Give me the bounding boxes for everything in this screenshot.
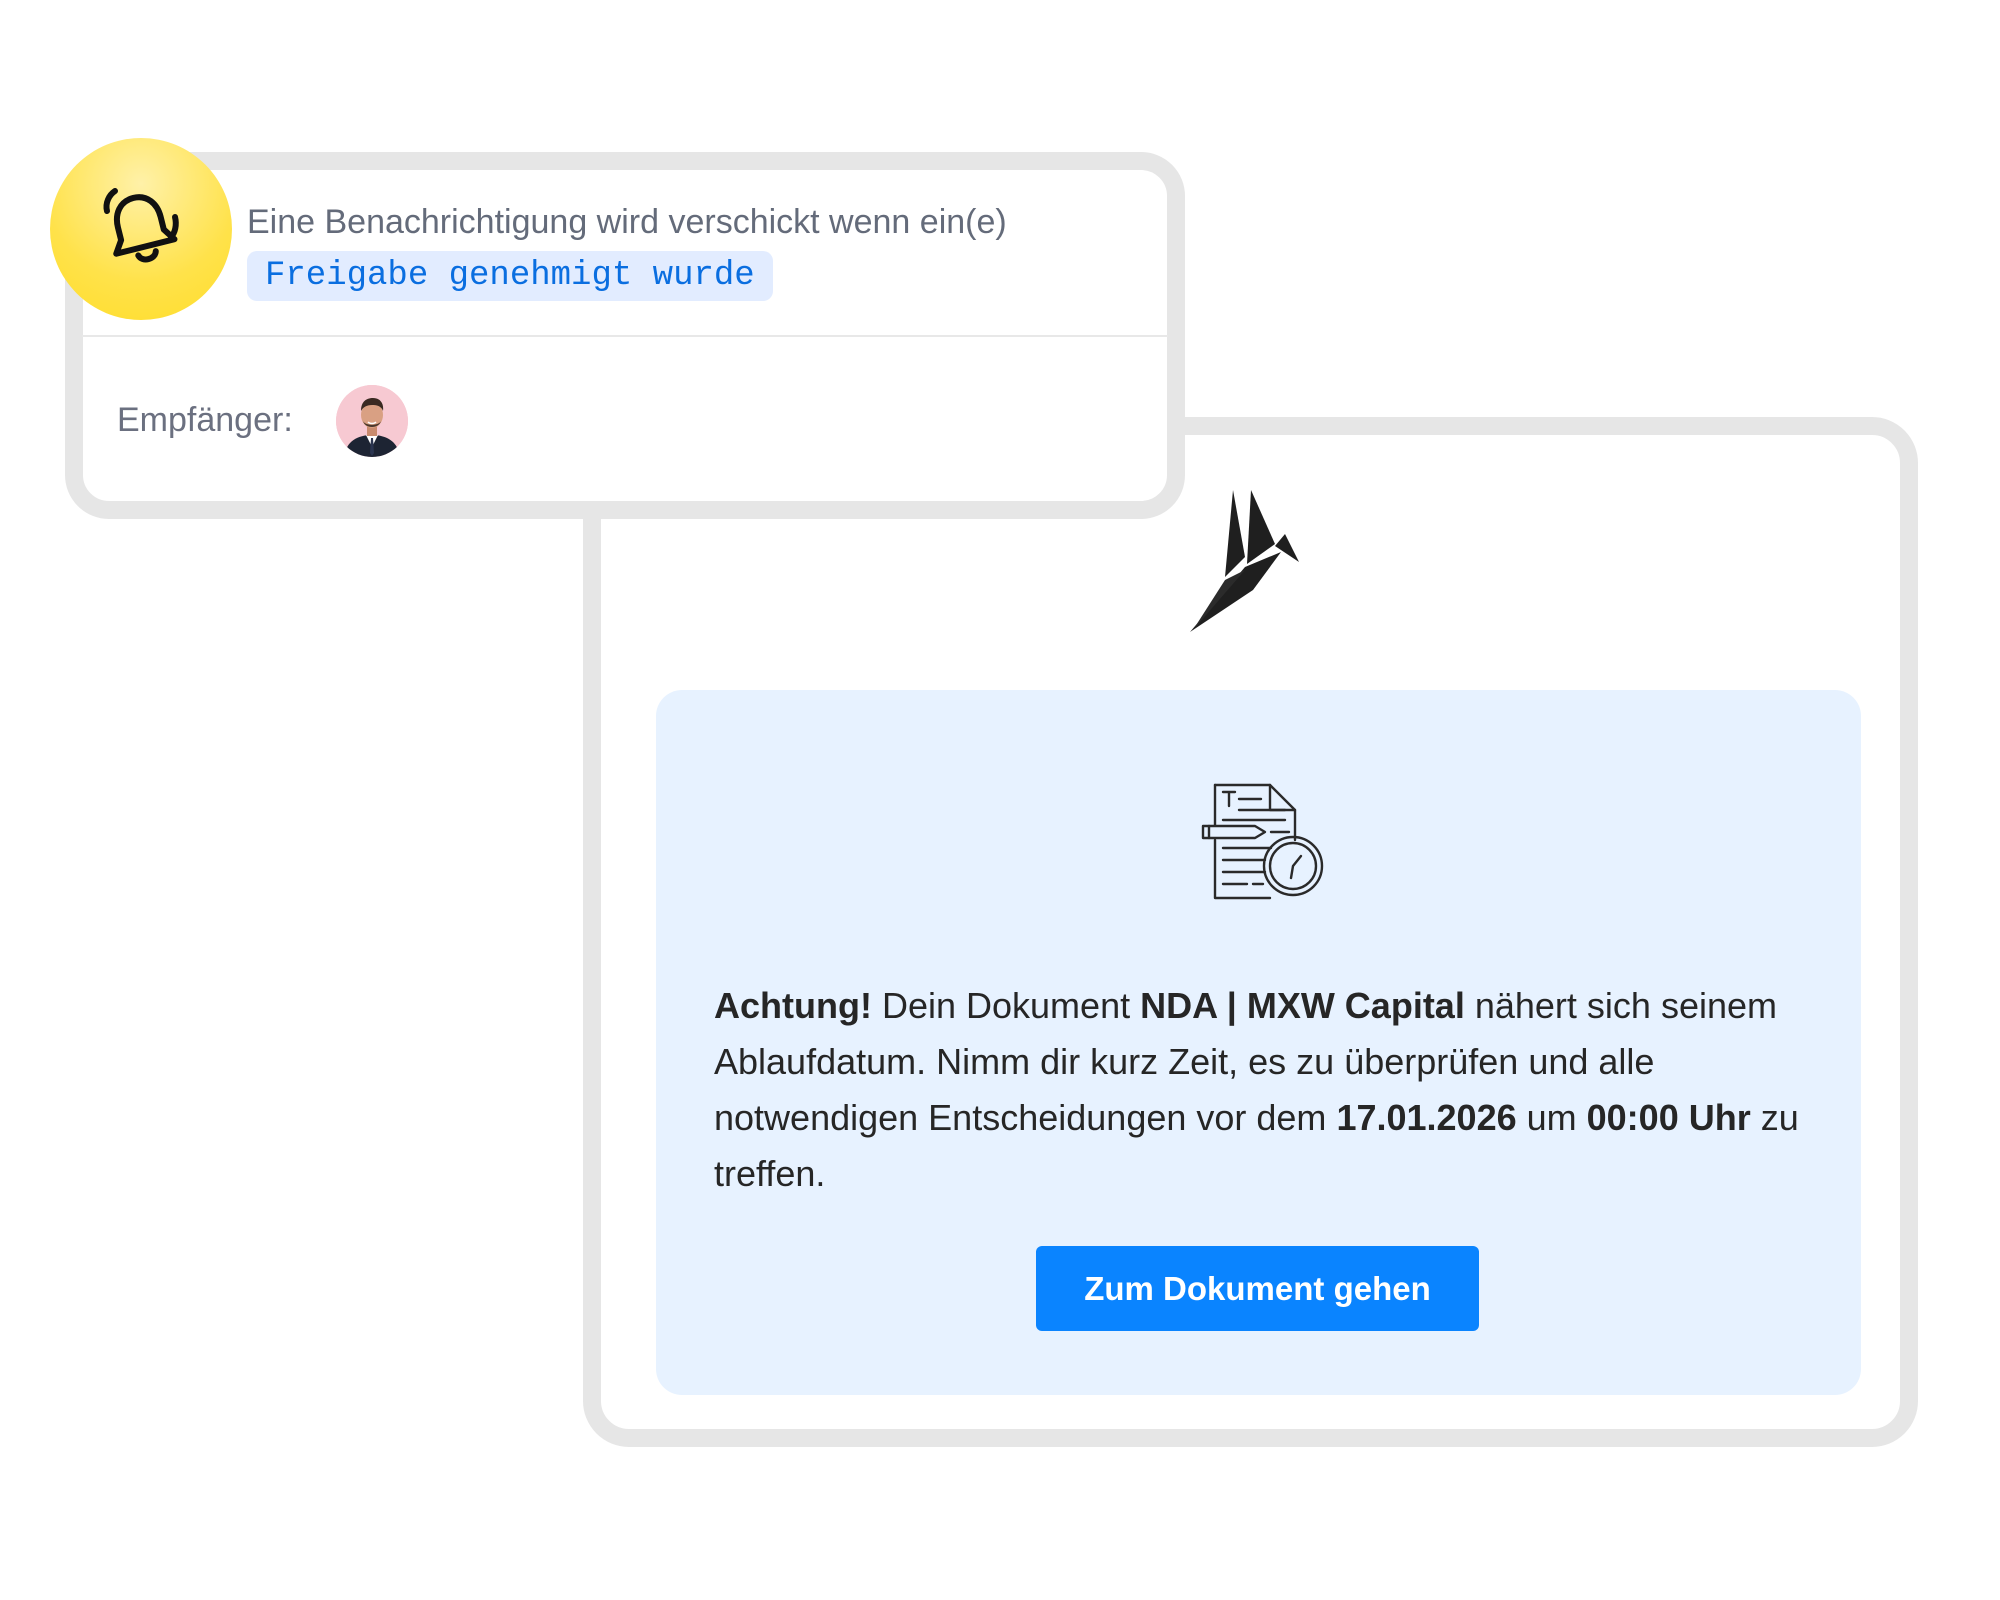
message-part: um bbox=[1516, 1097, 1587, 1138]
document-name: NDA | MXW Capital bbox=[1140, 985, 1465, 1026]
go-to-document-button[interactable]: Zum Dokument gehen bbox=[1036, 1246, 1479, 1331]
email-message-text: Achtung! Dein Dokument NDA | MXW Capital… bbox=[714, 978, 1834, 1202]
expiry-time: 00:00 Uhr bbox=[1586, 1097, 1751, 1138]
trigger-chip[interactable]: Freigabe genehmigt wurde bbox=[247, 251, 773, 301]
bell-badge bbox=[50, 138, 232, 320]
bell-icon bbox=[103, 188, 179, 263]
message-part: Dein Dokument bbox=[871, 985, 1141, 1026]
origami-bird-logo bbox=[1190, 490, 1299, 632]
recipient-label: Empfänger: bbox=[117, 401, 293, 439]
expiry-date: 17.01.2026 bbox=[1336, 1097, 1517, 1138]
person-avatar-image bbox=[336, 385, 408, 457]
document-clock-icon bbox=[1201, 783, 1324, 900]
recipient-avatar[interactable] bbox=[336, 385, 408, 457]
warning-label: Achtung! bbox=[714, 985, 872, 1026]
divider bbox=[82, 335, 1168, 337]
notification-intro-text: Eine Benachrichtigung wird verschickt we… bbox=[247, 203, 1007, 241]
